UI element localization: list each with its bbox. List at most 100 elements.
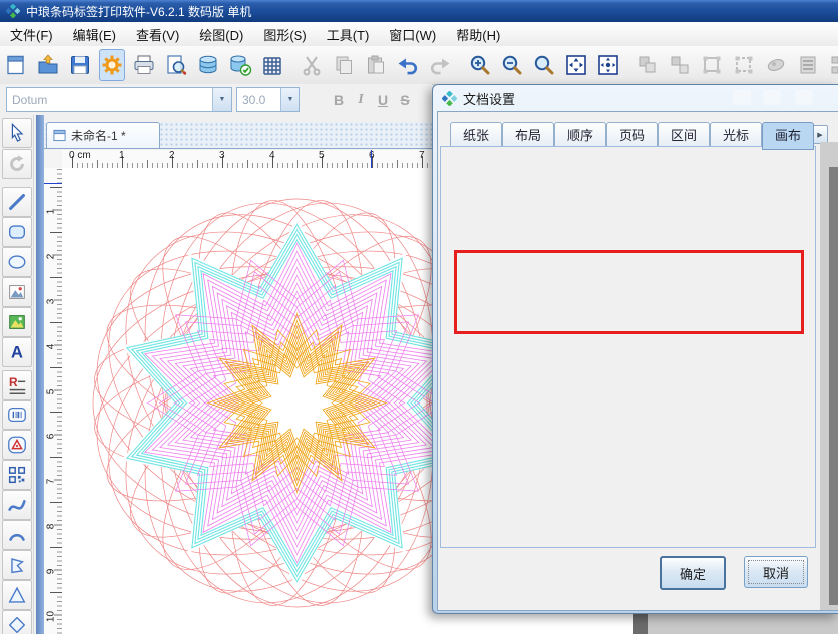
document-icon <box>53 129 66 142</box>
diamond-tool-button[interactable] <box>2 610 32 634</box>
font-size-dropdown-icon[interactable]: ▼ <box>280 88 299 111</box>
ruler-label: 8 <box>46 520 57 534</box>
tab-layout[interactable]: 布局 <box>502 122 554 149</box>
menu-window[interactable]: 窗口(W) <box>379 22 446 47</box>
tool-sidebar: A R <box>0 115 34 634</box>
menu-shape[interactable]: 图形(S) <box>253 22 316 47</box>
cancel-focus-rect <box>748 560 804 584</box>
ruler-cursor-marker-v <box>44 183 62 184</box>
document-tab-title: 未命名-1 * <box>71 127 126 144</box>
ruler-label: 7 <box>419 150 425 161</box>
send-backward-button <box>731 49 757 81</box>
italic-button: I <box>350 92 372 108</box>
ruler-label: 5 <box>46 385 57 399</box>
tab-page-number[interactable]: 页码 <box>606 122 658 149</box>
ok-button[interactable]: 确定 <box>660 556 726 590</box>
ruler-label: 7 <box>46 475 57 489</box>
horizontal-ruler[interactable]: 0 cm 1 2 3 4 5 6 7 <box>62 150 432 169</box>
svg-text:R: R <box>9 375 18 389</box>
ruler-label: 0 cm <box>69 150 91 161</box>
titlebar-glass-reflection <box>763 90 781 105</box>
tab-canvas[interactable]: 画布 <box>762 122 814 150</box>
menu-help[interactable]: 帮助(H) <box>446 22 510 47</box>
curve-tool-button[interactable] <box>2 490 32 520</box>
shape-mark-tool-button[interactable] <box>2 430 32 460</box>
cut-button <box>299 49 325 81</box>
font-family-combo[interactable]: Dotum ▼ <box>6 87 232 112</box>
database-button[interactable] <box>195 49 221 81</box>
cancel-button[interactable]: 取消 <box>744 556 808 588</box>
print-preview-button[interactable] <box>163 49 189 81</box>
fit-selection-button[interactable] <box>595 49 621 81</box>
design-canvas[interactable] <box>62 168 432 634</box>
tab-range[interactable]: 区间 <box>658 122 710 149</box>
properties-button <box>795 49 821 81</box>
format-bar: Dotum ▼ 30.0 ▼ B I U S <box>0 84 432 115</box>
document-window-border <box>36 115 44 634</box>
annotation-highlight-box <box>454 250 804 334</box>
tab-order[interactable]: 顺序 <box>554 122 606 149</box>
underline-button: U <box>372 92 394 108</box>
align-button <box>827 49 838 81</box>
open-button[interactable] <box>35 49 61 81</box>
ruler-label: 3 <box>46 295 57 309</box>
rich-text-tool-button[interactable]: R <box>2 370 32 400</box>
barcode-tool-button[interactable] <box>2 400 32 430</box>
paste-button <box>363 49 389 81</box>
menu-edit[interactable]: 编辑(E) <box>63 22 126 47</box>
toolbar <box>0 46 838 85</box>
menu-file[interactable]: 文件(F) <box>0 22 63 47</box>
database-check-button[interactable] <box>227 49 253 81</box>
qrcode-tool-button[interactable] <box>2 460 32 490</box>
copy-button <box>331 49 357 81</box>
ruler-label: 1 <box>46 205 57 219</box>
polygon-tool-button[interactable] <box>2 550 32 580</box>
text-tool-button[interactable]: A <box>2 337 32 367</box>
menu-tools[interactable]: 工具(T) <box>317 22 380 47</box>
dialog-icon <box>442 91 457 106</box>
ruler-label: 1 <box>119 150 125 161</box>
ruler-label: 5 <box>319 150 325 161</box>
ruler-corner <box>44 150 63 169</box>
ruler-label: 6 <box>46 430 57 444</box>
document-tab[interactable]: 未命名-1 * <box>46 122 160 148</box>
save-button[interactable] <box>67 49 93 81</box>
picture-tool-button[interactable] <box>2 307 32 337</box>
new-document-button[interactable] <box>3 49 29 81</box>
image-tool-button[interactable] <box>2 277 32 307</box>
settings-button[interactable] <box>99 49 125 81</box>
lock-button <box>763 49 789 81</box>
undo-button[interactable] <box>395 49 421 81</box>
tab-paper[interactable]: 纸张 <box>450 122 502 149</box>
zoom-in-button[interactable] <box>467 49 493 81</box>
print-button[interactable] <box>131 49 157 81</box>
ruler-label: 9 <box>46 565 57 579</box>
dialog-title-bar[interactable]: 文档设置 <box>433 85 838 111</box>
fit-window-button[interactable] <box>563 49 589 81</box>
zoom-button[interactable] <box>531 49 557 81</box>
grid-button[interactable] <box>259 49 285 81</box>
zoom-out-button[interactable] <box>499 49 525 81</box>
bold-button: B <box>328 92 350 108</box>
rotate-tool-button <box>2 149 32 179</box>
triangle-tool-button[interactable] <box>2 580 32 610</box>
app-logo-icon <box>6 4 20 18</box>
ok-button-label: 确定 <box>680 564 706 583</box>
vertical-ruler[interactable]: 1 2 3 4 5 6 7 8 9 10 <box>44 168 63 634</box>
menu-view[interactable]: 查看(V) <box>126 22 189 47</box>
dialog-title: 文档设置 <box>463 89 515 108</box>
ungroup-button <box>667 49 693 81</box>
guilloche-pattern <box>87 193 432 613</box>
arc-tool-button[interactable] <box>2 520 32 550</box>
select-tool-button[interactable] <box>2 118 32 148</box>
tab-cursor[interactable]: 光标 <box>710 122 762 149</box>
font-size-combo[interactable]: 30.0 ▼ <box>236 87 300 112</box>
ellipse-tool-button[interactable] <box>2 247 32 277</box>
document-tab-bar: 未命名-1 * <box>44 122 438 149</box>
background-panel-strip <box>648 612 838 634</box>
line-tool-button[interactable] <box>2 187 32 217</box>
font-family-dropdown-icon[interactable]: ▼ <box>212 88 231 111</box>
menu-draw[interactable]: 绘图(D) <box>189 22 253 47</box>
rounded-rect-tool-button[interactable] <box>2 217 32 247</box>
window-edge-strip <box>633 612 648 634</box>
